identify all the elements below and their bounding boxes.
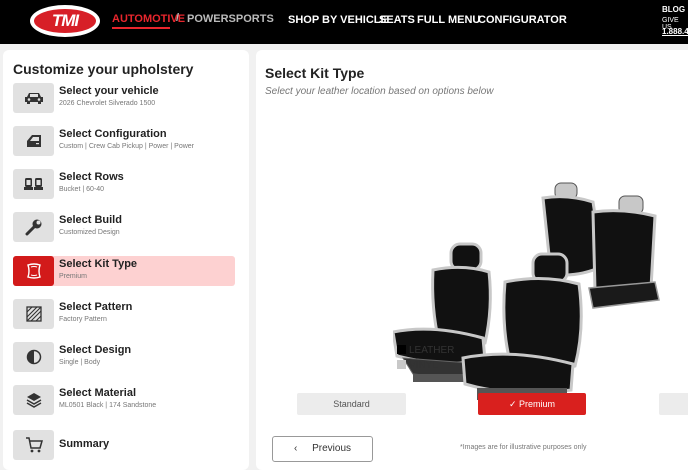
cart-icon: [13, 430, 54, 460]
menu-full-menu[interactable]: FULL MENU: [417, 14, 480, 26]
step-select-material[interactable]: Select Material ML0501 Black | 174 Sands…: [13, 385, 235, 415]
step-subtitle: Single | Body: [59, 359, 101, 366]
option-next-partial-button[interactable]: [659, 393, 688, 415]
step-select-vehicle[interactable]: Select your vehicle 2026 Chevrolet Silve…: [13, 83, 235, 113]
step-select-kit-type[interactable]: Select Kit Type Premium: [13, 256, 235, 286]
step-title: Select Build: [59, 214, 122, 226]
step-select-rows[interactable]: Select Rows Bucket | 60-40: [13, 169, 235, 199]
step-title: Select Material: [59, 387, 137, 399]
kit-type-panel: Select Kit Type Select your leather loca…: [256, 50, 688, 470]
phone-link[interactable]: 1.888.4: [662, 27, 688, 36]
step-title: Select Pattern: [59, 301, 133, 313]
step-title: Select Configuration: [59, 128, 167, 140]
step-title: Select your vehicle: [59, 85, 159, 97]
pattern-icon: [13, 299, 54, 329]
previous-button[interactable]: ‹ Previous: [272, 436, 373, 462]
panel-title: Select Kit Type: [265, 65, 365, 81]
illustration-disclaimer: *Images are for illustrative purposes on…: [460, 444, 587, 451]
step-select-design[interactable]: Select Design Single | Body: [13, 342, 235, 372]
menu-seats[interactable]: SEATS: [379, 14, 415, 26]
step-title: Select Rows: [59, 171, 124, 183]
tmi-logo[interactable]: TMI: [30, 5, 100, 37]
legend-vinyl: VINYL: [397, 360, 438, 371]
step-summary[interactable]: Summary: [13, 430, 235, 460]
door-icon: [13, 126, 54, 156]
panel-subtitle: Select your leather location based on op…: [265, 86, 494, 97]
step-subtitle: ML0501 Black | 174 Sandstone: [59, 402, 157, 409]
contrast-icon: [13, 342, 54, 372]
step-title: Select Design: [59, 344, 132, 356]
legend-vinyl-label: VINYL: [409, 360, 438, 371]
layers-icon: [13, 385, 54, 415]
nav-separator: /: [176, 12, 180, 24]
customize-sidebar: Customize your upholstery Select your ve…: [3, 50, 249, 470]
menu-shop-by-vehicle[interactable]: SHOP BY VEHICLE: [288, 14, 388, 26]
step-title: Select Kit Type: [59, 258, 138, 270]
menu-configurator[interactable]: CONFIGURATOR: [478, 14, 567, 26]
sidebar-title: Customize your upholstery: [13, 61, 194, 77]
step-title: Summary: [59, 438, 110, 450]
step-select-configuration[interactable]: Select Configuration Custom | Crew Cab P…: [13, 126, 235, 156]
nav-powersports[interactable]: POWERSPORTS: [187, 13, 274, 25]
option-premium-button[interactable]: ✓ Premium: [478, 393, 586, 415]
logo-text: TMI: [34, 9, 96, 33]
step-select-build[interactable]: Select Build Customized Design: [13, 212, 235, 242]
vinyl-swatch: [397, 360, 406, 369]
step-subtitle: Custom | Crew Cab Pickup | Power | Power: [59, 143, 194, 150]
step-select-pattern[interactable]: Select Pattern Factory Pattern: [13, 299, 235, 329]
option-standard-button[interactable]: Standard: [297, 393, 406, 415]
step-subtitle: Factory Pattern: [59, 316, 107, 323]
step-subtitle: Bucket | 60-40: [59, 186, 105, 193]
seat-kit-illustration: [393, 182, 660, 400]
car-icon: [13, 83, 54, 113]
legend-leather: LEATHER: [397, 345, 454, 356]
nav-active-underline: [112, 27, 170, 29]
step-subtitle: Premium: [59, 273, 88, 280]
previous-label: Previous: [312, 443, 352, 454]
leather-hide-icon: [13, 256, 54, 286]
top-navigation-bar: TMI AUTOMOTIVE / POWERSPORTS SHOP BY VEH…: [0, 0, 688, 44]
step-subtitle: Customized Design: [59, 229, 120, 236]
chevron-left-icon: ‹: [293, 443, 298, 454]
blog-link[interactable]: BLOG: [662, 5, 685, 14]
seat-rows-icon: [13, 169, 54, 199]
nav-automotive[interactable]: AUTOMOTIVE: [112, 13, 185, 25]
step-subtitle: 2026 Chevrolet Silverado 1500: [59, 100, 156, 107]
legend-leather-label: LEATHER: [409, 345, 455, 356]
wrench-icon: [13, 212, 54, 242]
leather-swatch: [397, 345, 406, 354]
